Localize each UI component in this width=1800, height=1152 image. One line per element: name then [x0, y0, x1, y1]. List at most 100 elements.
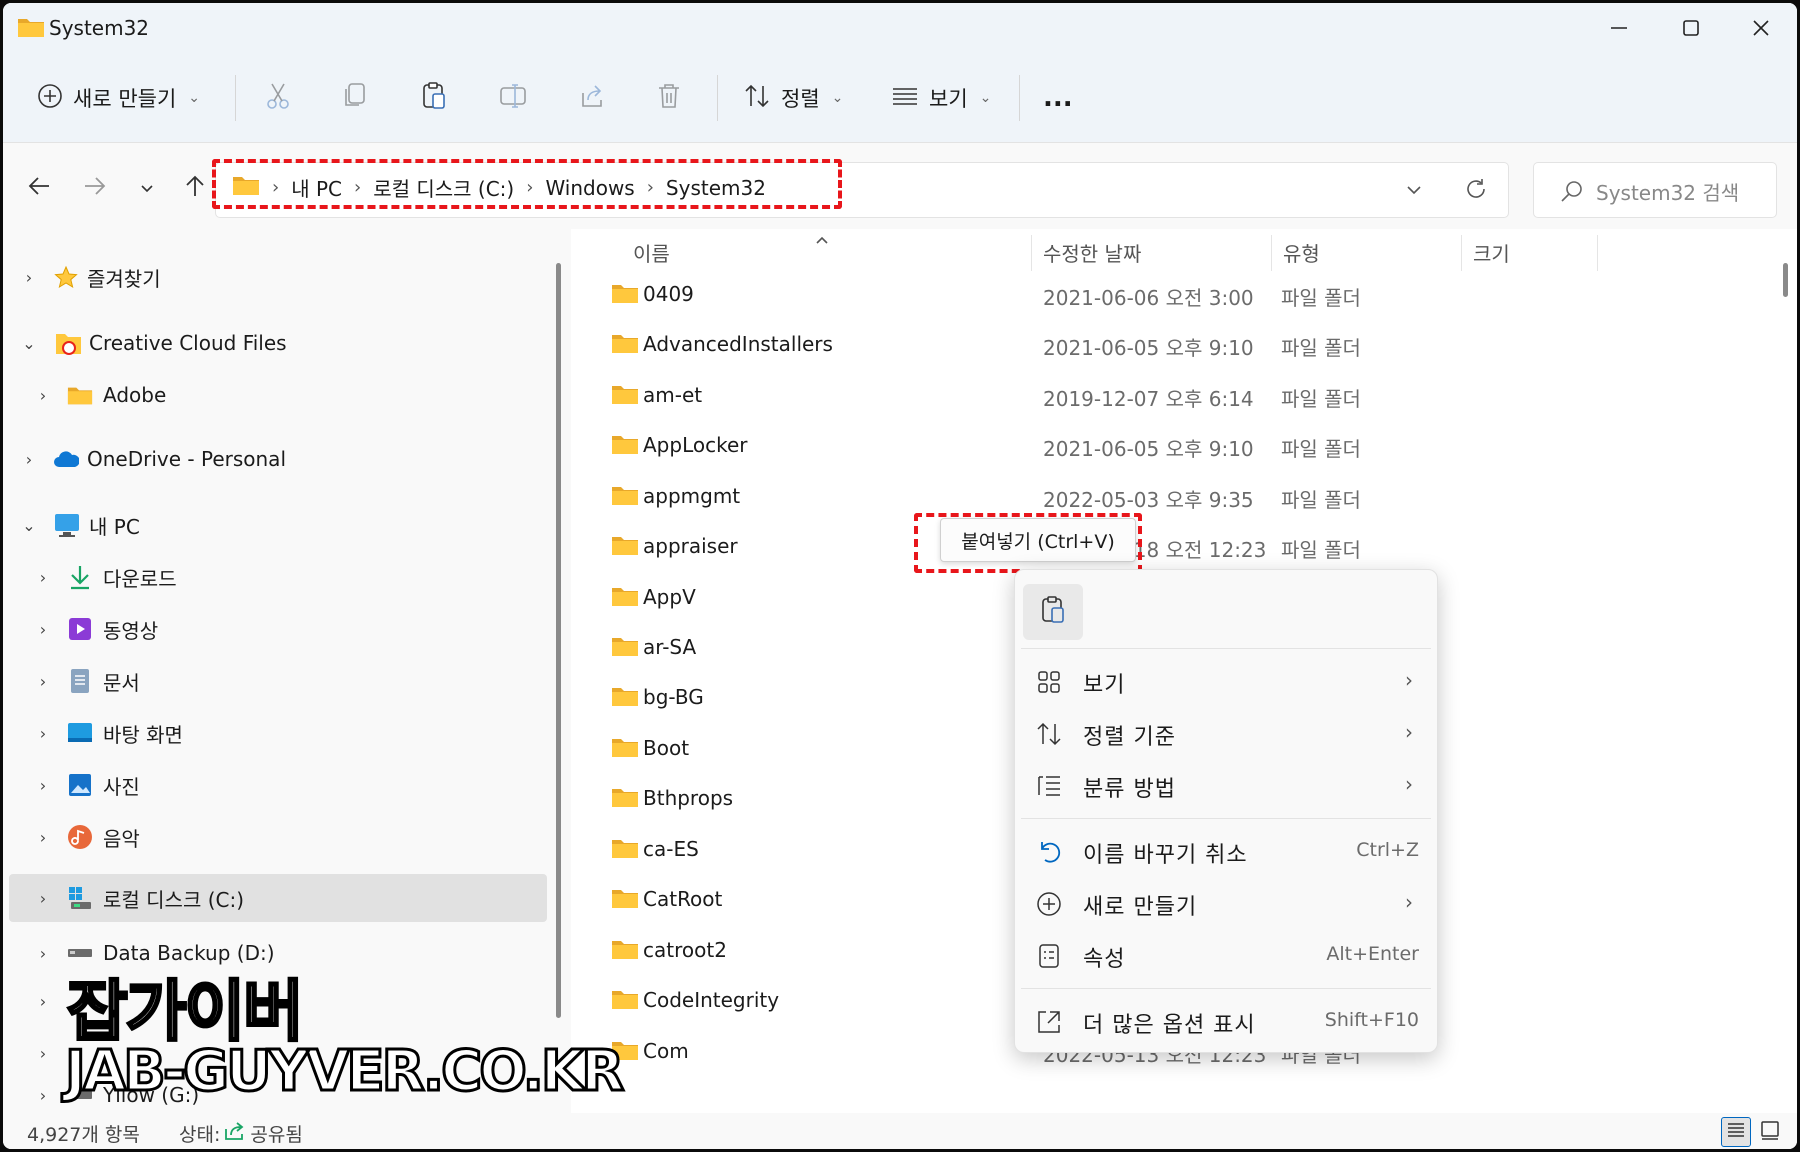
file-name: Boot: [643, 736, 690, 760]
context-paste-button[interactable]: [1023, 584, 1083, 640]
context-menu-group-by[interactable]: 분류 방법 ›: [1021, 760, 1431, 810]
view-button[interactable]: 보기 ⌄: [891, 73, 991, 123]
clipboard-icon: [1040, 595, 1066, 629]
title-bar: System32: [3, 3, 1797, 53]
search-icon: [1560, 179, 1584, 207]
context-menu-shortcut: Alt+Enter: [1326, 943, 1419, 965]
context-menu-new[interactable]: 새로 만들기 ›: [1021, 878, 1431, 928]
chevron-right-icon[interactable]: ›: [33, 1086, 53, 1105]
recent-locations-button[interactable]: [127, 168, 167, 208]
share-button[interactable]: [579, 73, 605, 123]
nav-item-creative-cloud[interactable]: ⌄ Creative Cloud Files: [3, 319, 543, 367]
nav-item-label: 로컬 디스크 (C:): [103, 887, 245, 912]
view-button-label: 보기: [929, 87, 968, 111]
file-type: 파일 폴더: [1281, 437, 1361, 461]
chevron-right-icon[interactable]: ›: [33, 386, 53, 405]
chevron-right-icon[interactable]: ›: [19, 450, 39, 469]
file-name: AppV: [643, 585, 696, 609]
status-value: 공유됨: [250, 1124, 303, 1146]
refresh-icon[interactable]: [1464, 177, 1488, 205]
file-name: ca-ES: [643, 837, 699, 861]
minimize-button[interactable]: [1583, 3, 1655, 53]
large-icons-view-button[interactable]: [1755, 1117, 1785, 1147]
back-button[interactable]: [19, 168, 59, 208]
scissors-icon: [265, 82, 291, 115]
nav-item-onedrive[interactable]: › OneDrive - Personal: [3, 435, 543, 483]
file-row[interactable]: appmgmt 2022-05-03 오후 9:35 파일 폴더: [571, 471, 1731, 521]
nav-item-label: Creative Cloud Files: [89, 331, 287, 355]
content-scrollbar[interactable]: [1783, 263, 1788, 297]
context-menu-shortcut: Shift+F10: [1324, 1009, 1419, 1031]
context-menu-label: 더 많은 옵션 표시: [1083, 1013, 1256, 1038]
file-row[interactable]: AppLocker 2021-06-05 오후 9:10 파일 폴더: [571, 420, 1731, 470]
cut-button[interactable]: [265, 73, 291, 123]
file-type: 파일 폴더: [1281, 387, 1361, 411]
rename-icon: [499, 83, 527, 114]
chevron-right-icon[interactable]: ›: [33, 1044, 53, 1063]
maximize-button[interactable]: [1655, 3, 1727, 53]
new-button-label: 새로 만들기: [73, 87, 177, 111]
picture-icon: [67, 772, 93, 798]
context-menu-more-options[interactable]: 더 많은 옵션 표시 Shift+F10: [1021, 996, 1431, 1046]
nav-item-videos[interactable]: › 동영상: [3, 605, 543, 653]
close-button[interactable]: [1725, 3, 1797, 53]
highlight-box-paste: [914, 513, 1142, 573]
nav-item-documents[interactable]: › 문서: [3, 657, 543, 705]
nav-item-downloads[interactable]: › 다운로드: [3, 553, 543, 601]
file-row[interactable]: AdvancedInstallers 2021-06-05 오후 9:10 파일 폴…: [571, 319, 1731, 369]
context-menu-properties[interactable]: 속성 Alt+Enter: [1021, 930, 1431, 980]
rename-button[interactable]: [499, 73, 527, 123]
nav-item-music[interactable]: › 음악: [3, 813, 543, 861]
nav-item-desktop[interactable]: › 바탕 화면: [3, 709, 543, 757]
more-button[interactable]: ...: [1043, 73, 1073, 123]
column-header-size-label: 크기: [1473, 241, 1510, 266]
nav-scrollbar[interactable]: [556, 263, 561, 1018]
nav-item-adobe[interactable]: › Adobe: [3, 371, 543, 419]
paste-button[interactable]: [421, 73, 447, 123]
chevron-right-icon[interactable]: ›: [33, 724, 53, 743]
chevron-right-icon[interactable]: ›: [33, 776, 53, 795]
search-box[interactable]: System32 검색: [1533, 162, 1777, 218]
command-bar: 새로 만들기 ⌄ 정렬 ⌄ 보기 ⌄ ...: [3, 53, 1797, 143]
file-name: Com: [643, 1039, 689, 1063]
new-button[interactable]: 새로 만들기 ⌄: [37, 73, 200, 123]
address-history-chevron-icon[interactable]: [1406, 181, 1422, 200]
sort-button[interactable]: 정렬 ⌄: [743, 73, 843, 123]
file-row[interactable]: appraiser 2022-05-18 오전 12:23 파일 폴더: [571, 521, 1731, 571]
chevron-right-icon[interactable]: ›: [33, 889, 53, 908]
nav-item-this-pc[interactable]: ⌄ 내 PC: [3, 501, 543, 549]
details-view-button[interactable]: [1721, 1117, 1751, 1147]
chevron-right-icon[interactable]: ›: [33, 828, 53, 847]
up-button[interactable]: [175, 168, 215, 208]
more-icon: ...: [1043, 83, 1073, 113]
context-menu-undo-rename[interactable]: 이름 바꾸기 취소 Ctrl+Z: [1021, 826, 1431, 876]
nav-item-favorites[interactable]: › 즐겨찾기: [3, 253, 543, 301]
nav-item-local-disk[interactable]: › 로컬 디스크 (C:): [9, 874, 547, 922]
chevron-down-icon[interactable]: ⌄: [19, 516, 39, 535]
delete-button[interactable]: [657, 73, 681, 123]
chevron-right-icon[interactable]: ›: [33, 992, 53, 1011]
file-row[interactable]: 0409 2021-06-06 오전 3:00 파일 폴더: [571, 269, 1731, 319]
folder-icon: [611, 987, 639, 1016]
file-name: CatRoot: [643, 887, 723, 911]
video-icon: [67, 616, 93, 642]
file-type: 파일 폴더: [1281, 336, 1361, 360]
chevron-right-icon[interactable]: ›: [33, 672, 53, 691]
folder-icon: [611, 533, 639, 562]
copy-button[interactable]: [343, 73, 367, 123]
forward-button[interactable]: [75, 168, 115, 208]
chevron-right-icon[interactable]: ›: [33, 620, 53, 639]
nav-item-pictures[interactable]: › 사진: [3, 761, 543, 809]
arrow-left-icon: [28, 176, 50, 200]
copy-icon: [343, 82, 367, 115]
folder-icon: [611, 735, 639, 764]
file-row[interactable]: am-et 2019-12-07 오후 6:14 파일 폴더: [571, 370, 1731, 420]
chevron-right-icon[interactable]: ›: [19, 268, 39, 287]
chevron-right-icon[interactable]: ›: [33, 944, 53, 963]
context-menu-view[interactable]: 보기 ›: [1021, 656, 1431, 706]
chevron-down-icon[interactable]: ⌄: [19, 334, 39, 353]
plus-circle-icon: [37, 83, 63, 114]
context-menu-sort-by[interactable]: 정렬 기준 ›: [1021, 708, 1431, 758]
file-name: am-et: [643, 383, 703, 407]
chevron-right-icon[interactable]: ›: [33, 568, 53, 587]
